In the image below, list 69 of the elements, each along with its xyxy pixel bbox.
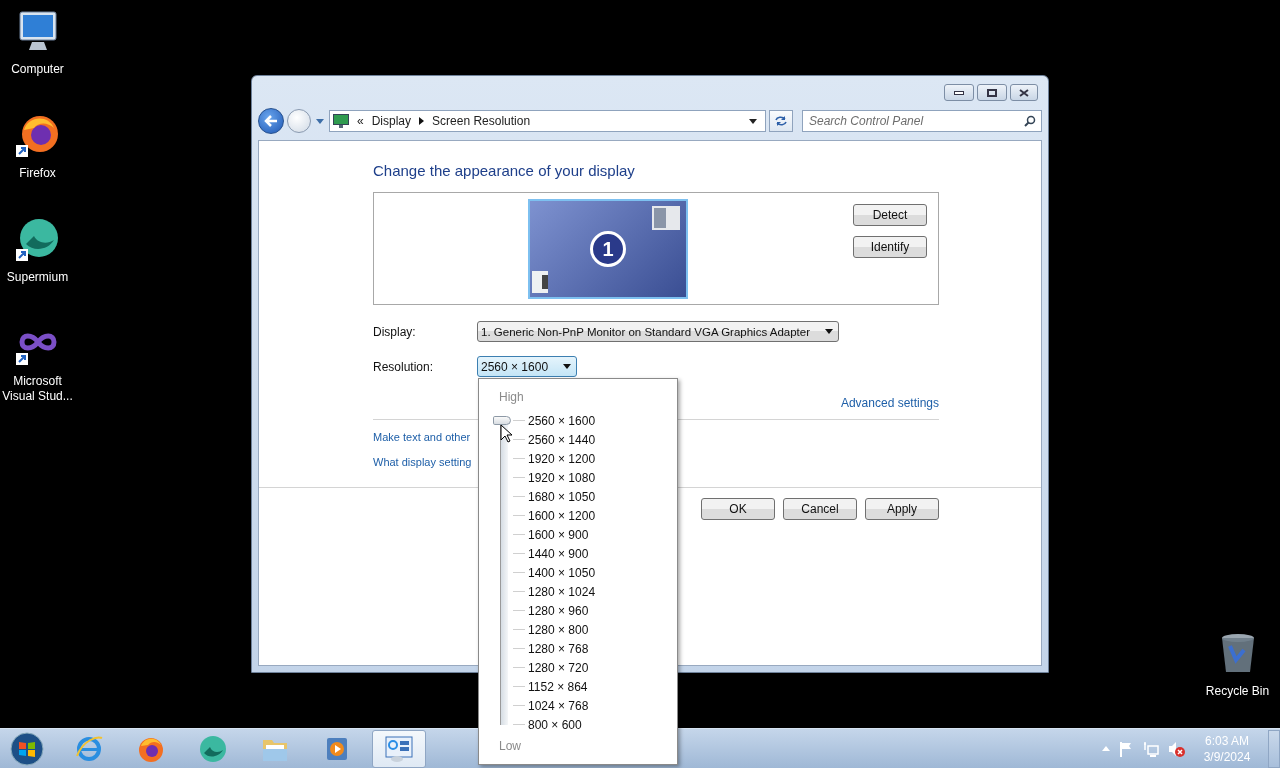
maximize-button[interactable] (977, 84, 1007, 101)
refresh-button[interactable] (769, 110, 793, 132)
resolution-option[interactable]: 1920 × 1080 (528, 470, 596, 485)
resolution-dropdown[interactable]: 2560 × 1600 (477, 356, 577, 377)
resolution-option[interactable]: 1440 × 900 (528, 546, 589, 561)
search-icon (1024, 115, 1036, 127)
caret-icon (825, 329, 833, 334)
close-icon (1019, 88, 1029, 97)
minimize-icon (954, 90, 964, 95)
resolution-label: Resolution: (373, 359, 435, 374)
dropdown-caret-icon[interactable] (749, 118, 757, 124)
search-field[interactable]: Search Control Panel (802, 110, 1042, 132)
resolution-option[interactable]: 1280 × 768 (528, 641, 589, 656)
control-panel-icon (383, 733, 415, 764)
resolution-option[interactable]: 1600 × 1200 (528, 508, 596, 523)
resolution-option[interactable]: 1600 × 900 (528, 527, 589, 542)
high-label: High (499, 389, 524, 405)
window-thumbnail-icon (532, 271, 548, 293)
back-arrow-icon (264, 115, 278, 127)
minimize-button[interactable] (944, 84, 974, 101)
desktop-icon-label: Computer (10, 62, 65, 77)
resolution-option[interactable]: 1280 × 720 (528, 660, 589, 675)
resolution-option[interactable]: 1680 × 1050 (528, 489, 596, 504)
browser-icon (74, 733, 104, 764)
dialog-button[interactable]: Detect (853, 204, 927, 226)
slider-thumb[interactable] (493, 416, 511, 425)
dialog-button[interactable]: Identify (853, 236, 927, 258)
page-heading: Change the appearance of your display (373, 161, 636, 181)
mouse-pointer-icon (500, 424, 512, 443)
resolution-option[interactable]: 1280 × 960 (528, 603, 589, 618)
resolution-option[interactable]: 1400 × 1050 (528, 565, 596, 580)
breadcrumb-item[interactable]: Display (371, 114, 412, 128)
back-button[interactable] (258, 108, 284, 134)
resolution-option[interactable]: 1920 × 1200 (528, 451, 596, 466)
resolution-option[interactable]: 1152 × 864 (528, 679, 588, 694)
display-icon (333, 114, 349, 128)
resolution-option[interactable]: 800 × 600 (528, 717, 582, 732)
maximize-icon (987, 88, 997, 97)
desktop-icon-label: Recycle Bin (1204, 684, 1271, 699)
dialog-button[interactable]: Cancel (783, 498, 857, 520)
window-thumbnail-icon (652, 206, 680, 230)
monitor-number: 1 (590, 231, 626, 267)
desktop-icon-label: Firefox (18, 166, 57, 181)
caret-icon (563, 364, 571, 369)
resolution-option[interactable]: 1024 × 768 (528, 698, 589, 713)
refresh-icon (774, 115, 788, 127)
browser-icon (198, 733, 228, 764)
close-button[interactable] (1010, 84, 1038, 101)
dialog-button[interactable]: Apply (865, 498, 939, 520)
taskbar-button[interactable] (372, 729, 426, 768)
breadcrumb-overflow[interactable]: « (357, 114, 364, 128)
display-label: Display: (373, 324, 417, 339)
help-link[interactable]: What display setting (373, 455, 472, 470)
desktop-icon-label: Supermium (5, 270, 70, 285)
start-orb-icon (10, 731, 44, 766)
resolution-option[interactable]: 1280 × 1024 (528, 584, 596, 599)
resolution-option[interactable]: 1280 × 800 (528, 622, 589, 637)
help-link[interactable]: Make text and other (373, 430, 471, 445)
address-bar[interactable]: « Display Screen Resolution (329, 110, 766, 132)
advanced-settings-link[interactable]: Advanced settings (840, 396, 939, 411)
resolution-option[interactable]: 2560 × 1440 (528, 432, 596, 447)
desktop-icon-label: Microsoft Visual Stud... (1, 374, 74, 404)
display-dropdown[interactable]: 1. Generic Non-PnP Monitor on Standard VGA Graphics Adapter (477, 321, 839, 342)
resolution-option[interactable]: 2560 × 1600 (528, 413, 596, 428)
monitor-preview[interactable]: 1 (528, 199, 688, 299)
breadcrumb-item[interactable]: Screen Resolution (432, 114, 531, 128)
dialog-button[interactable]: OK (701, 498, 775, 520)
breadcrumb-arrow-icon[interactable] (419, 117, 425, 125)
low-label: Low (499, 738, 521, 754)
